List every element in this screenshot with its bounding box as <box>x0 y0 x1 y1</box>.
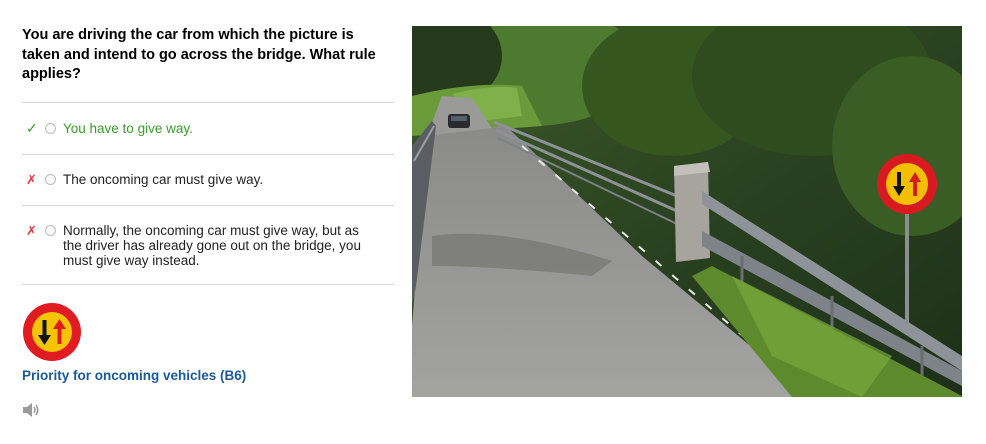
answer-option-3[interactable]: ✗ Normally, the oncoming car must give w… <box>22 205 394 285</box>
answer-text-2: The oncoming car must give way. <box>63 172 264 187</box>
answer-radio-3[interactable] <box>45 225 56 236</box>
answer-radio-2[interactable] <box>45 174 56 185</box>
check-icon: ✓ <box>26 120 38 136</box>
answer-list: ✓ You have to give way. ✗ The oncoming c… <box>22 102 394 285</box>
answer-text-1: You have to give way. <box>63 121 193 136</box>
bridge-photo <box>412 26 962 397</box>
answer-text-3: Normally, the oncoming car must give way… <box>63 223 361 268</box>
priority-oncoming-sign-icon <box>23 303 81 361</box>
answer-option-1[interactable]: ✓ You have to give way. <box>22 102 394 154</box>
cross-icon: ✗ <box>26 172 37 187</box>
sign-caption: Priority for oncoming vehicles (B6) <box>22 368 247 383</box>
answer-option-2[interactable]: ✗ The oncoming car must give way. <box>22 154 394 205</box>
answer-radio-1[interactable] <box>45 123 56 134</box>
question-text: You are driving the car from which the p… <box>22 27 376 82</box>
speaker-icon[interactable] <box>22 402 40 418</box>
cross-icon: ✗ <box>26 223 37 238</box>
